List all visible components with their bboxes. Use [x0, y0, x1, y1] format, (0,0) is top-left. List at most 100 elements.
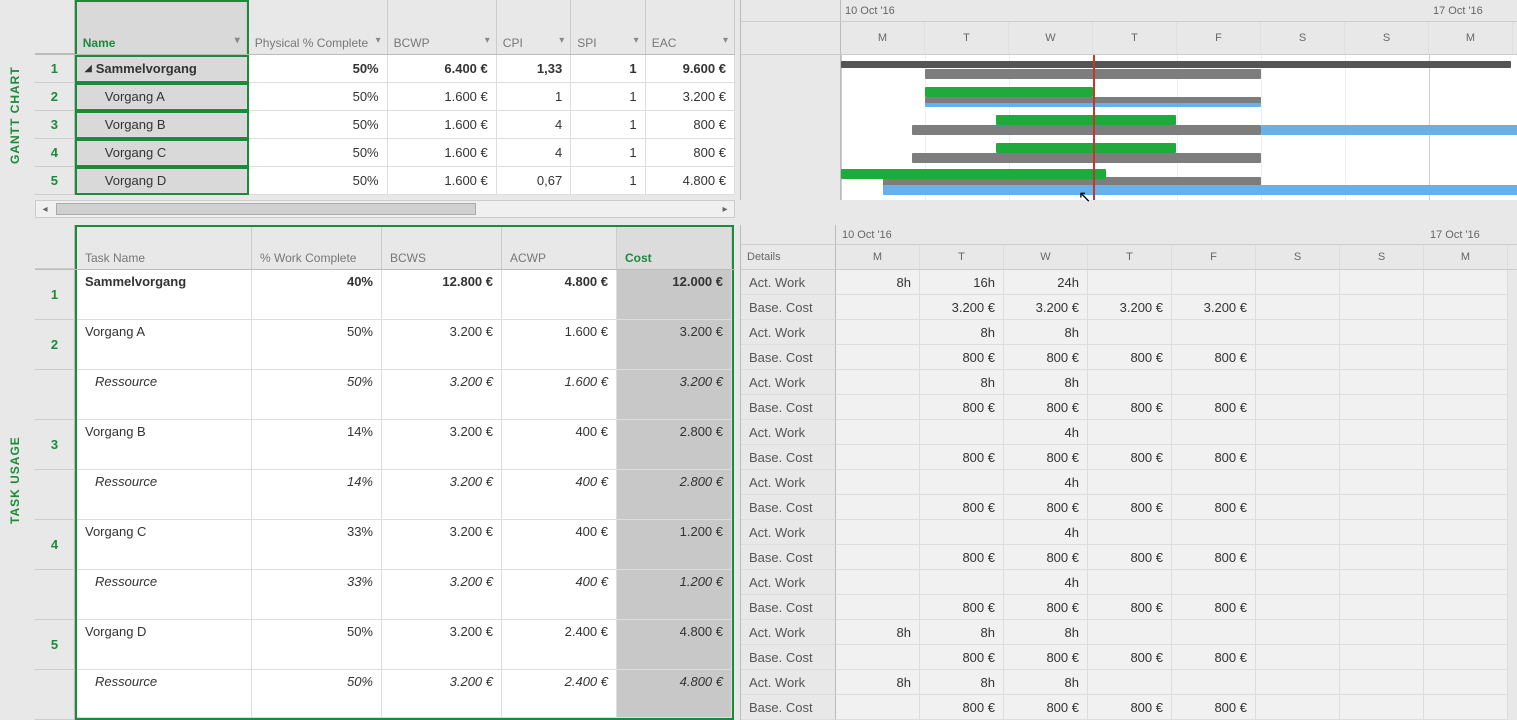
col-name[interactable]: Name▾ [77, 2, 247, 54]
detail-cell[interactable]: 8h [836, 670, 920, 695]
cell-bcwp[interactable]: 1.600 € [388, 167, 497, 195]
cell-task-name[interactable]: Vorgang C [77, 520, 252, 570]
detail-cell[interactable]: 4h [1004, 470, 1088, 495]
detail-cell[interactable] [836, 395, 920, 420]
detail-cell[interactable] [1088, 320, 1172, 345]
cell-cpi[interactable]: 1,33 [497, 55, 571, 83]
detail-cell[interactable]: 800 € [920, 445, 1004, 470]
detail-cell[interactable]: 8h [920, 620, 1004, 645]
detail-cell[interactable] [920, 420, 1004, 445]
detail-cell[interactable]: 800 € [920, 395, 1004, 420]
dropdown-icon[interactable]: ▾ [634, 35, 639, 46]
detail-cell[interactable] [836, 370, 920, 395]
col-bcwp[interactable]: BCWP▾ [388, 0, 497, 54]
cell-name[interactable]: ◢Sammelvorgang [77, 57, 247, 81]
detail-cell[interactable] [836, 470, 920, 495]
cell-work-complete[interactable]: 40% [252, 270, 382, 320]
detail-cell[interactable]: 800 € [1088, 595, 1172, 620]
detail-cell[interactable]: 800 € [920, 495, 1004, 520]
detail-cell[interactable] [1424, 470, 1508, 495]
detail-cell[interactable] [836, 545, 920, 570]
gantt-row[interactable]: 5Vorgang D50%1.600 €0,6714.800 € [35, 167, 735, 195]
cell-name[interactable]: Vorgang A [77, 85, 247, 109]
detail-cell[interactable] [1256, 270, 1340, 295]
row-id[interactable] [35, 570, 75, 620]
gantt-row[interactable]: 3Vorgang B50%1.600 €41800 € [35, 111, 735, 139]
detail-cell[interactable] [1424, 445, 1508, 470]
detail-cell[interactable] [1340, 595, 1424, 620]
row-id[interactable]: 4 [35, 139, 75, 167]
gantt-row[interactable]: 4Vorgang C50%1.600 €41800 € [35, 139, 735, 167]
row-id[interactable]: 4 [35, 520, 75, 570]
cell-spi[interactable]: 1 [571, 111, 645, 139]
detail-cell[interactable] [1256, 595, 1340, 620]
detail-cell[interactable] [1256, 320, 1340, 345]
detail-cell[interactable]: 800 € [1088, 645, 1172, 670]
detail-cell[interactable] [1424, 645, 1508, 670]
gantt-bar[interactable] [996, 143, 1176, 153]
cell-task-name[interactable]: Sammelvorgang [77, 270, 252, 320]
cell-acwp[interactable]: 400 € [502, 570, 617, 620]
dropdown-icon[interactable]: ▾ [376, 35, 381, 46]
detail-cell[interactable] [836, 445, 920, 470]
detail-cell[interactable] [1256, 495, 1340, 520]
detail-cell[interactable] [836, 495, 920, 520]
detail-cell[interactable]: 800 € [920, 645, 1004, 670]
detail-cell[interactable]: 800 € [1004, 695, 1088, 720]
detail-cell[interactable] [1424, 320, 1508, 345]
detail-cell[interactable] [1172, 270, 1256, 295]
cell-phys[interactable]: 50% [249, 83, 388, 111]
detail-cell[interactable]: 3.200 € [1004, 295, 1088, 320]
detail-cell[interactable] [1424, 395, 1508, 420]
usage-row[interactable]: 5Vorgang D50%3.200 €2.400 €4.800 € [35, 620, 735, 670]
cell-spi[interactable]: 1 [571, 139, 645, 167]
detail-cell[interactable] [1424, 270, 1508, 295]
cell-task-name[interactable]: Vorgang A [77, 320, 252, 370]
detail-cell[interactable]: 800 € [1172, 395, 1256, 420]
detail-cell[interactable] [1172, 420, 1256, 445]
detail-cell[interactable]: 800 € [1004, 345, 1088, 370]
detail-cell[interactable] [1424, 695, 1508, 720]
detail-cell[interactable] [1424, 670, 1508, 695]
detail-cell[interactable]: 800 € [1088, 495, 1172, 520]
cell-task-name[interactable]: Ressource [77, 470, 252, 520]
detail-cell[interactable] [920, 570, 1004, 595]
detail-cell[interactable]: 8h [920, 320, 1004, 345]
usage-row[interactable]: 3Vorgang B14%3.200 €400 €2.800 € [35, 420, 735, 470]
detail-cell[interactable]: 16h [920, 270, 1004, 295]
cell-cost[interactable]: 2.800 € [617, 420, 732, 470]
detail-cell[interactable] [1340, 270, 1424, 295]
detail-cell[interactable]: 4h [1004, 570, 1088, 595]
detail-cell[interactable] [836, 345, 920, 370]
cell-work-complete[interactable]: 33% [252, 570, 382, 620]
detail-cell[interactable] [1256, 295, 1340, 320]
cell-cost[interactable]: 1.200 € [617, 520, 732, 570]
gantt-row[interactable]: 1◢Sammelvorgang50%6.400 €1,3319.600 € [35, 55, 735, 83]
detail-cell[interactable]: 800 € [1172, 595, 1256, 620]
detail-cell[interactable] [1340, 570, 1424, 595]
detail-cell[interactable] [1172, 320, 1256, 345]
detail-cell[interactable]: 800 € [1004, 645, 1088, 670]
detail-cell[interactable]: 8h [1004, 320, 1088, 345]
detail-cell[interactable]: 800 € [1088, 545, 1172, 570]
cell-name[interactable]: Vorgang D [77, 169, 247, 193]
cell-work-complete[interactable]: 50% [252, 370, 382, 420]
usage-row[interactable]: Ressource33%3.200 €400 €1.200 € [35, 570, 735, 620]
row-id[interactable]: 1 [35, 55, 75, 83]
detail-cell[interactable]: 8h [920, 670, 1004, 695]
cell-acwp[interactable]: 2.400 € [502, 620, 617, 670]
detail-cell[interactable] [1172, 670, 1256, 695]
cell-bcwp[interactable]: 1.600 € [388, 111, 497, 139]
cell-phys[interactable]: 50% [249, 139, 388, 167]
detail-cell[interactable] [1256, 345, 1340, 370]
cell-bcws[interactable]: 12.800 € [382, 270, 502, 320]
detail-cell[interactable] [1340, 545, 1424, 570]
detail-cell[interactable] [1256, 370, 1340, 395]
detail-cell[interactable]: 8h [1004, 620, 1088, 645]
detail-cell[interactable] [836, 645, 920, 670]
cell-cost[interactable]: 4.800 € [617, 670, 732, 718]
cell-eac[interactable]: 9.600 € [646, 55, 735, 83]
detail-cell[interactable] [1088, 270, 1172, 295]
detail-cell[interactable] [1340, 520, 1424, 545]
detail-cell[interactable] [1088, 470, 1172, 495]
